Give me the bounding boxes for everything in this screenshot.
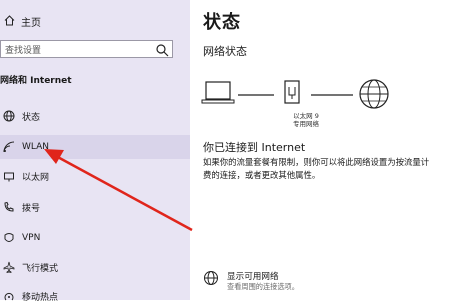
section-title: 网络和 Internet: [0, 76, 72, 86]
main-panel: 状态 网络状态 以太网 9 专用网络 你已连接到 Internet 如果你的流量…: [190, 0, 450, 300]
description-line: 如果你的流量套餐有限制，则你可以将此网络设置为按流量计: [203, 157, 430, 167]
sidebar-item-label: 状态: [22, 112, 41, 123]
connection-status: 你已连接到 Internet: [203, 141, 306, 154]
connection-label: 以太网 9 专用网络: [276, 112, 336, 128]
home-icon: [4, 14, 15, 29]
home-label: 主页: [21, 18, 41, 29]
sidebar-item-label: VPN: [22, 233, 41, 243]
ethernet-port-icon: [284, 80, 300, 104]
globe-icon: [359, 79, 389, 109]
sidebar-item-hotspot[interactable]: 移动热点: [0, 284, 190, 308]
sidebar: 主页 查找设置 网络和 Internet 状态 WLAN 以太网 拨号 VPN …: [0, 0, 190, 303]
description-line: 费的连接，或者更改其他属性。: [203, 170, 321, 180]
section-subtitle: 网络状态: [203, 45, 247, 58]
sidebar-item-ethernet[interactable]: 以太网: [0, 164, 190, 188]
sidebar-item-label: 移动热点: [22, 292, 59, 303]
show-networks-title[interactable]: 显示可用网络: [227, 270, 299, 282]
dialup-icon: [2, 200, 16, 214]
ethernet-icon: [2, 169, 16, 183]
wifi-icon: [2, 140, 16, 154]
globe-network-icon: [203, 270, 219, 292]
airplane-icon: [2, 260, 16, 274]
search-input[interactable]: 查找设置: [1, 43, 155, 56]
connection-name: 以太网 9: [293, 112, 319, 120]
sidebar-item-label: 以太网: [22, 172, 50, 183]
sidebar-item-label: WLAN: [22, 142, 50, 152]
page-title: 状态: [203, 12, 241, 33]
globe-icon: [2, 109, 16, 123]
sidebar-item-wlan[interactable]: WLAN: [0, 135, 190, 159]
computer-icon: [201, 81, 235, 104]
search-box[interactable]: 查找设置: [0, 40, 173, 58]
status-description: 如果你的流量套餐有限制，则你可以将此网络设置为按流量计 费的连接，或者更改其他属…: [203, 156, 450, 182]
sidebar-item-vpn[interactable]: VPN: [0, 226, 190, 250]
home-nav-item[interactable]: 主页: [4, 14, 41, 29]
show-networks-subtitle: 查看周围的连接选项。: [227, 282, 299, 291]
sidebar-item-airplane[interactable]: 飞行模式: [0, 255, 190, 279]
hotspot-icon: [2, 289, 16, 303]
sidebar-item-status[interactable]: 状态: [0, 104, 190, 128]
sidebar-item-dialup[interactable]: 拨号: [0, 195, 190, 219]
sidebar-item-label: 拨号: [22, 203, 41, 214]
vpn-icon: [2, 231, 16, 245]
connection-type: 专用网络: [293, 120, 319, 128]
show-available-networks[interactable]: 显示可用网络 查看周围的连接选项。: [203, 270, 299, 292]
search-icon[interactable]: [155, 42, 169, 57]
sidebar-item-label: 飞行模式: [22, 263, 59, 274]
